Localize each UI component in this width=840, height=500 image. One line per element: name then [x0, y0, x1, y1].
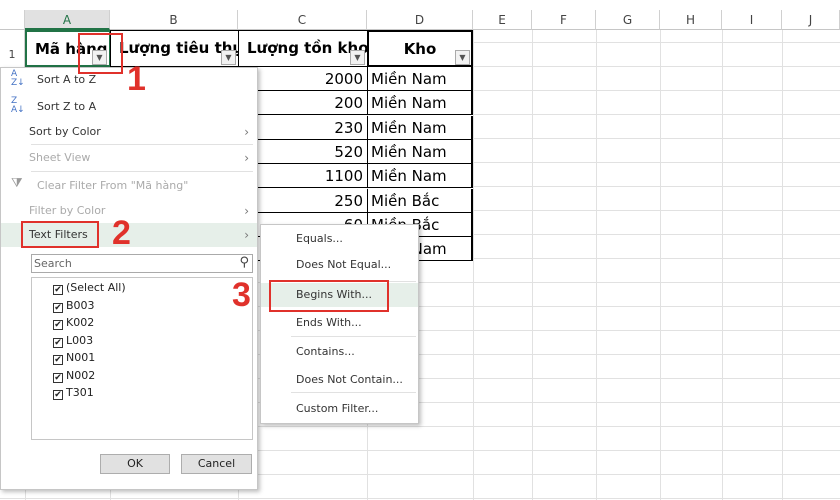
search-input[interactable]: Search ⚲	[31, 254, 253, 273]
header-cell-luong-ton-kho[interactable]: Lượng tồn kho	[238, 30, 368, 67]
submenu-item[interactable]: Does Not Contain...	[261, 368, 418, 392]
filter-dropdown-b[interactable]: ▼	[221, 50, 236, 65]
annotation-box-2	[21, 221, 99, 248]
submenu-item[interactable]: Custom Filter...	[261, 397, 418, 421]
autofilter-menu: A Z↓ Sort A to Z Z A↓ Sort Z to A Sort by Co…	[0, 67, 258, 490]
clear-filter-icon: ⧩	[11, 176, 23, 191]
label: L003	[66, 333, 94, 347]
checkbox-checked-icon[interactable]: ✔	[53, 390, 63, 400]
filter-dropdown-c[interactable]: ▼	[350, 50, 365, 65]
filter-list-item[interactable]: ✔ N002	[53, 367, 95, 384]
step-number-1: 1	[127, 60, 146, 98]
cell-kho[interactable]: Miền Nam	[367, 164, 473, 189]
checkbox-checked-icon[interactable]: ✔	[53, 372, 63, 383]
label: T301	[66, 386, 94, 399]
filter-list-item[interactable]: ✔ N001	[53, 349, 95, 366]
label: Sort by Color	[29, 125, 101, 138]
filter-list-item[interactable]: ✔ T301	[53, 384, 94, 401]
cell-kho[interactable]: Miền Nam	[367, 115, 473, 140]
filter-list-item[interactable]: ✔ B003	[53, 297, 95, 314]
annotation-box-3	[269, 280, 389, 312]
checkbox-checked-icon[interactable]: ✔	[53, 320, 63, 330]
column-header-b[interactable]: B	[110, 10, 238, 30]
select-all-corner[interactable]	[0, 10, 25, 30]
chevron-right-icon: ›	[244, 228, 249, 242]
column-header-e[interactable]: E	[473, 10, 532, 30]
cell-kho[interactable]: Miền Bắc	[367, 188, 473, 213]
chevron-right-icon: ›	[244, 125, 249, 139]
chevron-right-icon: ›	[244, 151, 249, 165]
search-icon: ⚲	[239, 255, 249, 270]
cancel-button[interactable]: Cancel	[181, 454, 252, 474]
column-header-f[interactable]: F	[532, 10, 596, 30]
column-header-c[interactable]: C	[238, 10, 367, 30]
column-header-g[interactable]: G	[596, 10, 660, 30]
submenu-item[interactable]: Contains...	[261, 340, 418, 364]
chevron-right-icon: ›	[244, 204, 249, 218]
label: Sort A to Z	[37, 73, 97, 86]
submenu-item[interactable]: Ends With...	[261, 311, 418, 335]
sort-ascending-icon: A Z↓	[11, 69, 25, 88]
column-header-h[interactable]: H	[660, 10, 722, 30]
filter-list-item[interactable]: ✔ K002	[53, 314, 94, 331]
filter-dropdown-d[interactable]: ▼	[455, 50, 470, 65]
header-text: Kho	[403, 40, 437, 58]
submenu-item[interactable]: Equals...	[261, 227, 418, 251]
filter-value-list: ✔ (Select All) ✔ B003 ✔ K002 ✔ L003 ✔ N001 ✔ N002 ✔ T…	[31, 277, 253, 440]
step-number-2: 2	[112, 214, 131, 252]
column-header-d[interactable]: D	[367, 10, 473, 30]
label: Clear Filter From "Mã hàng"	[37, 179, 189, 192]
sort-descending-icon: Z A↓	[11, 96, 25, 115]
search-placeholder: Search	[34, 257, 72, 270]
filter-list-item[interactable]: ✔ (Select All)	[53, 279, 126, 296]
label: Filter by Color	[29, 204, 106, 217]
checkbox-checked-icon[interactable]: ✔	[53, 302, 63, 313]
clear-filter: ⧩ Clear Filter From "Mã hàng"	[1, 174, 257, 198]
row-header-1[interactable]: 1	[0, 30, 25, 67]
label: N002	[66, 368, 96, 382]
column-header-a[interactable]: A	[25, 10, 110, 30]
label: Sort Z to A	[37, 100, 97, 113]
checkbox-checked-icon[interactable]: ✔	[53, 285, 63, 295]
sort-by-color[interactable]: Sort by Color ›	[1, 120, 257, 144]
cell-kho[interactable]: Miền Nam	[367, 139, 473, 164]
label: B003	[66, 298, 95, 312]
label: Sheet View	[29, 151, 91, 164]
label: (Select All)	[66, 281, 126, 294]
ok-button[interactable]: OK	[100, 454, 170, 474]
cell-kho[interactable]: Miền Nam	[367, 91, 473, 116]
label: K002	[66, 316, 95, 329]
cell-kho[interactable]: Miền Nam	[367, 67, 473, 91]
text-filters-submenu: Equals... Does Not Equal... Begins With...…	[260, 224, 419, 424]
sheet-view: Sheet View ›	[1, 146, 257, 170]
column-header-i[interactable]: I	[722, 10, 782, 30]
column-header-j[interactable]: J	[782, 10, 840, 30]
filter-list-item[interactable]: ✔ L003	[53, 332, 93, 349]
label: N001	[66, 351, 96, 364]
checkbox-checked-icon[interactable]: ✔	[53, 355, 63, 365]
step-number-3: 3	[232, 276, 251, 314]
annotation-box-1	[78, 33, 123, 74]
checkbox-checked-icon[interactable]: ✔	[53, 337, 63, 348]
submenu-item[interactable]: Does Not Equal...	[261, 253, 418, 277]
